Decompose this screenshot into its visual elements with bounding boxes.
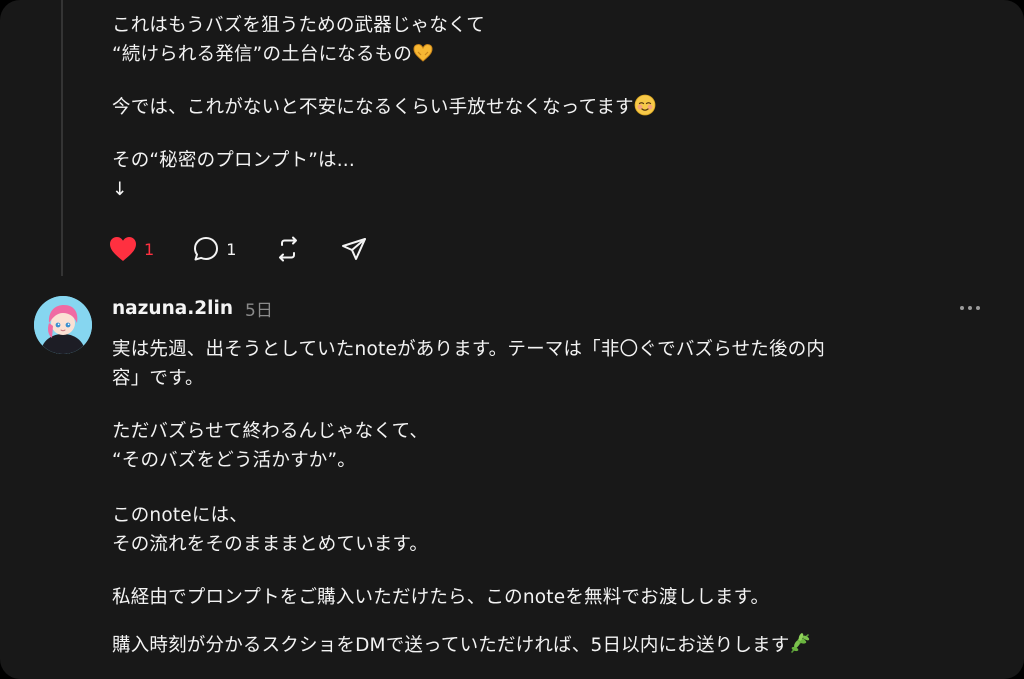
send-icon xyxy=(342,238,367,260)
heart-filled-icon xyxy=(110,237,136,261)
text-line: これはもうバズを狙うための武器じゃなくて xyxy=(112,15,485,36)
text-line: “そのバズをどう活かすか”。 xyxy=(112,450,356,471)
previous-post-paragraph-3: その“秘密のプロンプト”は... ↓ xyxy=(112,146,355,204)
post-paragraph-3: このnoteには、 その流れをそのまままとめています。 xyxy=(112,501,428,559)
text-line: 実は先週、出そうとしていたnoteがあります。テーマは「非〇ぐでバズらせた後の内 xyxy=(112,339,826,360)
text-line: 今では、これがないと不安になるくらい手放せなくなってます xyxy=(112,93,656,122)
share-button[interactable] xyxy=(340,235,368,263)
repost-button[interactable] xyxy=(274,235,302,263)
post-header: nazuna.2lin 5日 xyxy=(112,293,273,323)
text-line: その流れをそのまままとめています。 xyxy=(112,534,429,555)
post-paragraph-5: 購入時刻が分かるスクショをDMで送っていただければ、5日以内にお送りします xyxy=(112,631,811,660)
reply-count: 1 xyxy=(226,239,237,259)
username[interactable]: nazuna.2lin xyxy=(112,298,233,319)
more-icon xyxy=(960,306,980,310)
text-line: ただバズらせて終わるんじゃなくて、 xyxy=(112,421,429,442)
herb-emoji xyxy=(791,633,810,653)
timestamp[interactable]: 5日 xyxy=(245,296,273,321)
thread-connector-line xyxy=(61,0,63,276)
text-line: ↓ xyxy=(112,179,128,200)
previous-post-action-bar: 1 1 xyxy=(108,233,406,265)
previous-post-paragraph-2: 今では、これがないと不安になるくらい手放せなくなってます xyxy=(112,93,656,122)
text-line: “続けられる発信”の土台になるもの xyxy=(112,40,485,69)
like-count: 1 xyxy=(144,239,155,259)
previous-post-paragraph-1: これはもうバズを狙うための武器じゃなくて “続けられる発信”の土台になるもの xyxy=(112,11,485,69)
post-paragraph-2: ただバズらせて終わるんじゃなくて、 “そのバズをどう活かすか”。 xyxy=(112,417,428,475)
avatar-image xyxy=(34,296,92,354)
thread-panel: これはもうバズを狙うための武器じゃなくて “続けられる発信”の土台になるもの 今… xyxy=(0,0,1024,679)
text-line: 容」です。 xyxy=(112,368,204,389)
post-paragraph-1: 実は先週、出そうとしていたnoteがあります。テーマは「非〇ぐでバズらせた後の内… xyxy=(112,335,825,393)
heart-hands-emoji xyxy=(413,43,433,62)
smiling-face-emoji xyxy=(634,94,656,116)
comment-icon xyxy=(194,237,219,261)
post-paragraph-4: 私経由でプロンプトをご購入いただけたら、このnoteを無料でお渡しします。 xyxy=(112,583,769,612)
reply-button[interactable]: 1 xyxy=(192,235,236,263)
like-button[interactable]: 1 xyxy=(108,235,154,263)
text-line: 購入時刻が分かるスクショをDMで送っていただければ、5日以内にお送りします xyxy=(112,631,811,660)
more-options-button[interactable] xyxy=(953,298,987,318)
text-line: その“秘密のプロンプト”は... xyxy=(112,150,355,171)
avatar[interactable] xyxy=(34,296,92,354)
text-line: 私経由でプロンプトをご購入いただけたら、このnoteを無料でお渡しします。 xyxy=(112,587,770,608)
repost-icon xyxy=(279,236,298,262)
text-line: このnoteには、 xyxy=(112,505,248,526)
